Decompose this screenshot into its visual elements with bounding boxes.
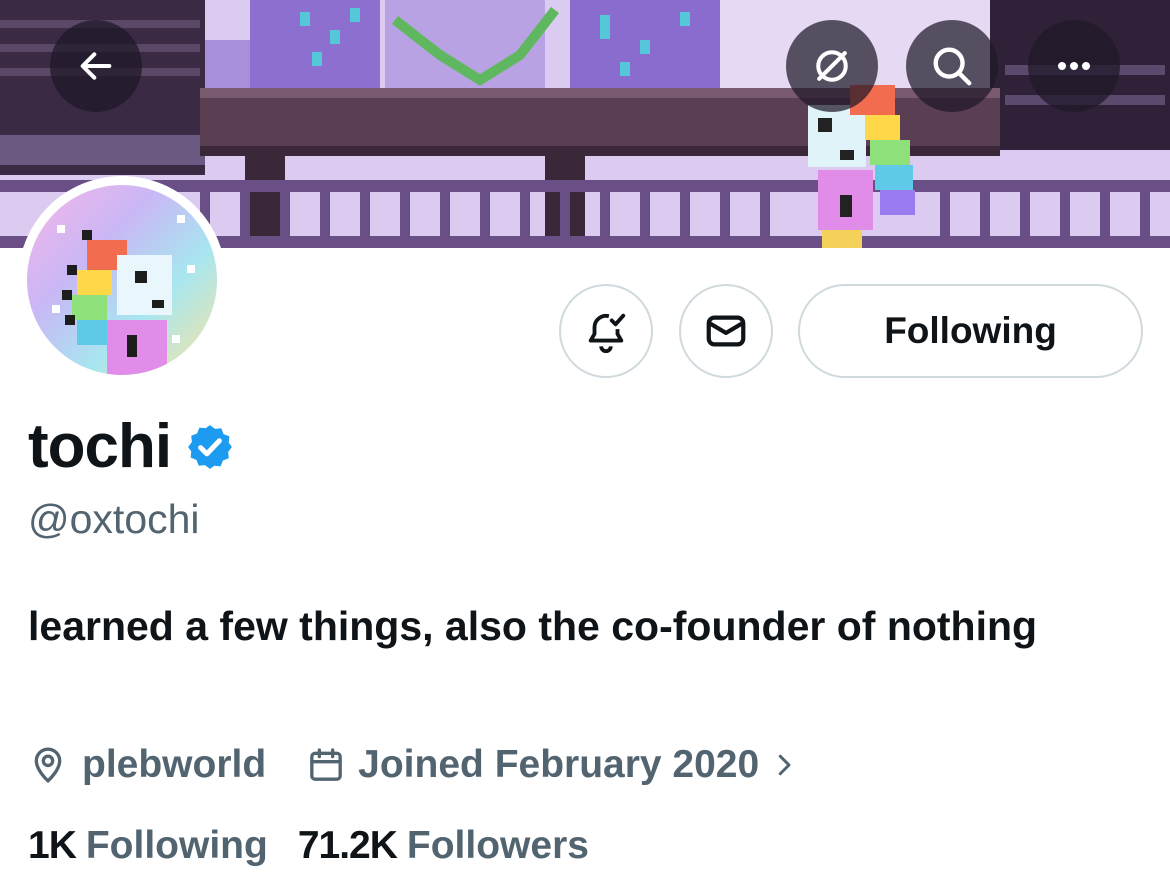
avatar[interactable]	[18, 176, 226, 384]
location-text: plebworld	[82, 743, 267, 786]
chevron-right-icon	[778, 754, 791, 776]
bell-check-icon	[588, 313, 626, 353]
bio-text: learned a few things, also the co-founde…	[28, 603, 1038, 649]
arrow-left-icon	[80, 52, 112, 80]
followers-label: Followers	[406, 824, 589, 867]
name-row: tochi	[28, 412, 235, 482]
following-button[interactable]: Following	[798, 284, 1143, 378]
verified-badge-icon[interactable]	[185, 422, 235, 472]
followers-count: 71.2K	[297, 824, 398, 867]
notifications-button[interactable]	[559, 284, 653, 378]
following-stat[interactable]: 1K Following	[28, 824, 268, 868]
profile-meta: plebworld Joined February 2020	[28, 738, 799, 792]
follow-stats: 1K Following 71.2K Followers	[28, 824, 589, 868]
message-button[interactable]	[679, 284, 773, 378]
followers-stat[interactable]: 71.2K Followers	[298, 824, 589, 868]
calendar-icon	[310, 748, 343, 781]
more-icon	[1058, 62, 1090, 70]
user-handle: @oxtochi	[28, 496, 200, 542]
location-item: plebworld	[28, 743, 266, 787]
avatar-image	[27, 185, 217, 375]
search-button[interactable]	[906, 20, 998, 112]
back-button[interactable]	[50, 20, 142, 112]
grok-icon	[816, 50, 848, 82]
more-options-button[interactable]	[1028, 20, 1120, 112]
joined-item[interactable]: Joined February 2020	[306, 743, 799, 787]
joined-date-text: Joined February 2020	[358, 743, 760, 786]
search-icon	[933, 47, 972, 86]
display-name: tochi	[28, 412, 172, 481]
following-label: Following	[85, 824, 268, 867]
location-pin-icon	[34, 747, 62, 784]
following-count: 1K	[28, 824, 77, 867]
envelope-icon	[706, 315, 746, 347]
grok-button[interactable]	[786, 20, 878, 112]
